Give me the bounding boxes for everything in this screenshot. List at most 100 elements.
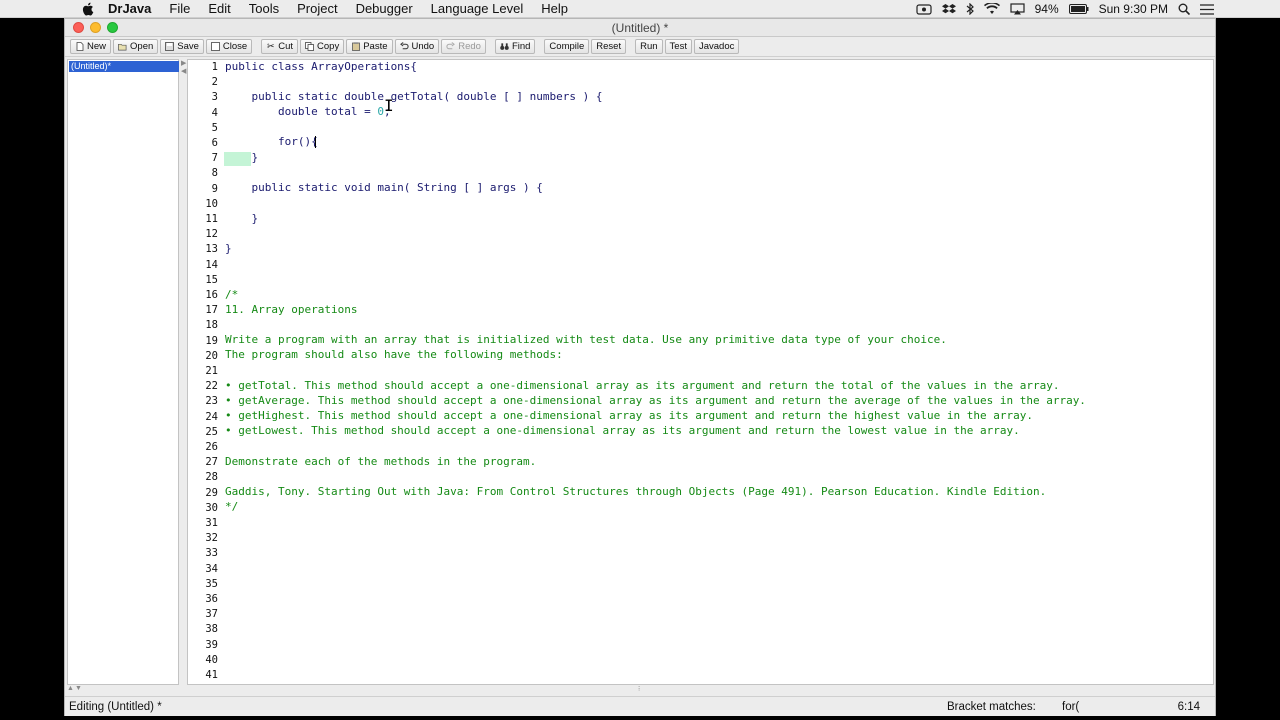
dropbox-icon[interactable] xyxy=(941,3,956,15)
notification-center-icon[interactable] xyxy=(1200,3,1214,15)
apple-logo-icon[interactable] xyxy=(80,2,96,16)
new-file-icon xyxy=(75,42,84,51)
paste-button-label: Paste xyxy=(363,41,388,52)
line-number: 30 xyxy=(205,501,218,514)
close-window-icon[interactable] xyxy=(73,22,84,33)
copy-icon xyxy=(305,42,314,51)
splitter-down-icon[interactable]: ▼ xyxy=(75,685,82,692)
line-number: 37 xyxy=(205,608,218,621)
close-button[interactable]: Close xyxy=(205,39,253,54)
spotlight-search-icon[interactable] xyxy=(1178,3,1190,15)
line-number: 27 xyxy=(205,456,218,469)
line-number: 34 xyxy=(205,562,218,575)
menu-help[interactable]: Help xyxy=(541,1,568,16)
code-line-22: • getTotal. This method should accept a … xyxy=(225,379,1060,392)
code-line-6: for(){ xyxy=(225,135,318,148)
wifi-icon[interactable] xyxy=(983,3,1000,15)
cursor-position: 6:14 xyxy=(1177,700,1200,713)
line-number: 11 xyxy=(205,213,218,225)
line-number: 39 xyxy=(205,638,218,651)
bracket-matches-label: Bracket matches: xyxy=(947,700,1036,713)
line-number: 15 xyxy=(205,273,218,286)
line-number: 24 xyxy=(205,410,218,423)
line-number: 8 xyxy=(211,167,218,180)
test-button[interactable]: Test xyxy=(664,39,692,54)
battery-icon[interactable] xyxy=(1068,4,1089,14)
window-titlebar[interactable]: (Untitled) * xyxy=(65,19,1215,37)
new-button[interactable]: New xyxy=(70,39,112,54)
save-button[interactable]: Save xyxy=(160,39,204,54)
splitter-grip-icon[interactable]: ⁝ xyxy=(638,685,640,693)
save-button-label: Save xyxy=(177,41,199,52)
undo-button[interactable]: Undo xyxy=(394,39,440,54)
minimize-window-icon[interactable] xyxy=(90,22,101,33)
line-number: 17 xyxy=(205,304,218,317)
battery-percent[interactable]: 94% xyxy=(1035,2,1059,16)
run-button[interactable]: Run xyxy=(635,39,663,54)
menubar-clock[interactable]: Sun 9:30 PM xyxy=(1099,2,1168,16)
line-number: 7 xyxy=(211,152,218,165)
cut-button[interactable]: ✂ Cut xyxy=(261,39,299,54)
menu-project[interactable]: Project xyxy=(297,1,337,16)
menu-language-level[interactable]: Language Level xyxy=(431,1,524,16)
reset-button[interactable]: Reset xyxy=(591,39,627,54)
redo-button[interactable]: Redo xyxy=(441,39,486,54)
redo-arrow-icon xyxy=(446,42,456,51)
code-line-4-number: 0 xyxy=(377,105,384,118)
line-number: 20 xyxy=(205,349,218,362)
menu-app-drjava[interactable]: DrJava xyxy=(108,1,151,16)
code-line-24: • getHighest. This method should accept … xyxy=(225,409,1033,422)
line-number: 1 xyxy=(211,61,218,73)
line-number: 2 xyxy=(211,76,218,89)
screen-record-icon[interactable] xyxy=(915,3,932,15)
menu-debugger[interactable]: Debugger xyxy=(356,1,413,16)
line-number: 31 xyxy=(205,517,218,529)
code-line-19: Write a program with an array that is in… xyxy=(225,333,947,346)
menu-file[interactable]: File xyxy=(169,1,190,16)
line-number: 28 xyxy=(205,471,218,484)
bluetooth-icon[interactable] xyxy=(966,3,974,15)
redo-button-label: Redo xyxy=(458,41,481,52)
document-item-untitled[interactable]: (Untitled)* xyxy=(69,61,179,72)
code-line-4: double total = 0; xyxy=(225,105,391,118)
line-number: 26 xyxy=(205,441,218,453)
line-number: 33 xyxy=(205,547,218,560)
line-number: 4 xyxy=(211,106,218,119)
new-button-label: New xyxy=(87,41,107,52)
pane-splitter[interactable]: ▶ ◀ xyxy=(180,59,186,685)
splitter-up-icon[interactable]: ▲ xyxy=(67,685,74,692)
paste-button[interactable]: Paste xyxy=(346,39,393,54)
code-line-29: Gaddis, Tony. Starting Out with Java: Fr… xyxy=(225,485,1047,498)
open-button[interactable]: Open xyxy=(113,39,159,54)
menu-edit[interactable]: Edit xyxy=(208,1,230,16)
line-number: 29 xyxy=(205,486,218,499)
line-number: 9 xyxy=(211,182,218,195)
line-number: 13 xyxy=(205,243,218,256)
splitter-expand-icon[interactable]: ◀ xyxy=(181,67,186,75)
menu-tools[interactable]: Tools xyxy=(249,1,279,16)
line-number: 3 xyxy=(211,91,218,104)
line-number: 35 xyxy=(205,577,218,590)
zoom-window-icon[interactable] xyxy=(107,22,118,33)
line-number: 36 xyxy=(205,593,218,605)
line-number: 23 xyxy=(205,395,218,408)
code-line-25: • getLowest. This method should accept a… xyxy=(225,424,1020,437)
horizontal-splitter[interactable]: ▲ ▼ ⁝ xyxy=(67,685,1213,693)
line-number: 19 xyxy=(205,334,218,347)
airplay-icon[interactable] xyxy=(1009,3,1025,15)
compile-button[interactable]: Compile xyxy=(544,39,590,54)
line-number: 6 xyxy=(211,137,218,149)
find-button[interactable]: Find xyxy=(494,39,536,54)
bracket-matches-value: for( xyxy=(1062,700,1080,713)
line-number: 41 xyxy=(205,669,218,681)
javadoc-button[interactable]: Javadoc xyxy=(693,39,740,54)
scissors-icon: ✂ xyxy=(266,41,275,51)
line-number: 21 xyxy=(205,365,218,377)
save-disk-icon xyxy=(165,42,175,51)
window-title: (Untitled) * xyxy=(611,20,669,35)
cut-button-label: Cut xyxy=(278,41,294,52)
clipboard-icon xyxy=(351,42,360,51)
splitter-collapse-icon[interactable]: ▶ xyxy=(181,59,186,67)
code-editor[interactable]: 1 2 3 4 5 6 7 8 9 10 11 12 13 14 15 16 17 18 19 20 21 22 23 24 2… xyxy=(187,59,1214,685)
copy-button[interactable]: Copy xyxy=(300,39,345,54)
